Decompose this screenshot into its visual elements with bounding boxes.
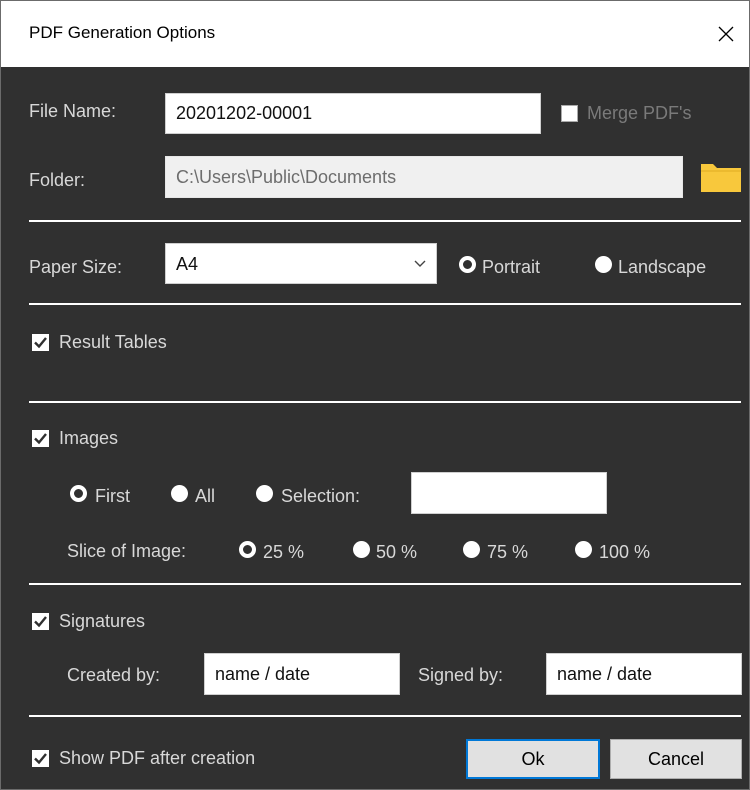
separator <box>29 715 741 717</box>
folder-label: Folder: <box>29 170 86 190</box>
all-radio[interactable] <box>171 485 188 502</box>
folder-input[interactable]: C:\Users\Public\Documents <box>165 156 683 198</box>
merge-pdfs-label: Merge PDF's <box>587 103 692 123</box>
checkmark-icon <box>34 337 47 349</box>
all-label: All <box>195 486 216 506</box>
created-by-input[interactable]: name / date <box>204 653 400 695</box>
paper-size-value: A4 <box>176 254 199 274</box>
first-radio[interactable] <box>70 485 87 502</box>
ok-button[interactable]: Ok <box>466 739 600 779</box>
portrait-label: Portrait <box>482 257 541 277</box>
first-label: First <box>95 486 130 506</box>
created-by-label: Created by: <box>67 665 161 685</box>
title-bar: PDF Generation Options <box>1 1 749 67</box>
paper-size-label: Paper Size: <box>29 257 123 277</box>
signed-by-input[interactable]: name / date <box>546 653 742 695</box>
show-pdf-label: Show PDF after creation <box>59 748 256 768</box>
slice-50-label: 50 % <box>376 542 418 562</box>
show-pdf-checkbox[interactable] <box>32 750 49 767</box>
selection-label: Selection: <box>281 486 361 506</box>
slice-100-label: 100 % <box>599 542 651 562</box>
slice-25-label: 25 % <box>263 542 305 562</box>
file-name-input[interactable]: 20201202-00001 <box>165 93 541 134</box>
selection-radio[interactable] <box>256 485 273 502</box>
images-label: Images <box>59 428 119 448</box>
separator <box>29 583 741 585</box>
separator <box>29 401 741 403</box>
chevron-down-icon <box>414 260 426 267</box>
separator <box>29 220 741 222</box>
folder-icon <box>701 164 741 192</box>
slice-75-label: 75 % <box>487 542 529 562</box>
dialog-body: File Name: 20201202-00001 Merge PDF's Fo… <box>1 67 749 789</box>
result-tables-label: Result Tables <box>59 332 167 352</box>
landscape-label: Landscape <box>618 257 707 277</box>
landscape-radio[interactable] <box>595 256 612 273</box>
result-tables-checkbox[interactable] <box>32 334 49 351</box>
portrait-radio[interactable] <box>459 256 476 273</box>
slice-50-radio[interactable] <box>353 541 370 558</box>
checkmark-icon <box>34 433 47 445</box>
checkmark-icon <box>34 753 47 765</box>
separator <box>29 303 741 305</box>
close-button[interactable] <box>703 1 749 67</box>
selection-input[interactable] <box>411 472 607 514</box>
signatures-label: Signatures <box>59 611 146 631</box>
file-name-label: File Name: <box>29 101 117 121</box>
slice-25-radio[interactable] <box>239 541 256 558</box>
dialog-title: PDF Generation Options <box>29 23 216 42</box>
checkmark-icon <box>34 616 47 628</box>
images-checkbox[interactable] <box>32 430 49 447</box>
cancel-button[interactable]: Cancel <box>610 739 742 779</box>
signatures-checkbox[interactable] <box>32 613 49 630</box>
slice-75-radio[interactable] <box>463 541 480 558</box>
browse-folder-button[interactable] <box>699 157 743 195</box>
pdf-options-dialog: PDF Generation Options File Name: 202012… <box>0 0 750 790</box>
slice-of-image-label: Slice of Image: <box>67 541 187 561</box>
close-icon <box>718 26 734 42</box>
merge-pdfs-checkbox[interactable] <box>561 105 578 122</box>
slice-100-radio[interactable] <box>575 541 592 558</box>
signed-by-label: Signed by: <box>418 665 504 685</box>
paper-size-select[interactable]: A4 <box>165 243 437 284</box>
